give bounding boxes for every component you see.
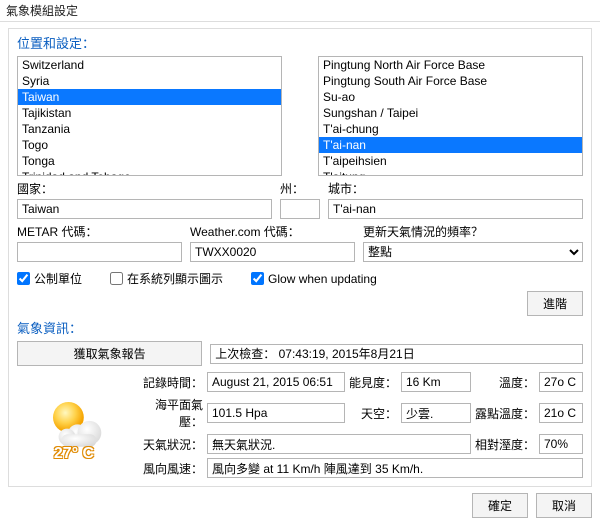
metric-checkbox-wrap[interactable]: 公制單位 xyxy=(17,270,82,287)
sky-field: 少雲. xyxy=(401,403,471,423)
temp-field: 27o C xyxy=(539,372,583,392)
humidity-label: 相對溼度： xyxy=(475,436,535,453)
city-list-item[interactable]: T'aipeihsien xyxy=(319,153,582,169)
window-title: 氣象模組設定 xyxy=(6,2,78,19)
wcom-input[interactable] xyxy=(190,242,355,262)
pressure-field: 101.5 Hpa xyxy=(207,403,345,423)
metar-input[interactable] xyxy=(17,242,182,262)
metar-label: METAR 代碼： xyxy=(17,223,182,240)
get-report-button[interactable]: 獲取氣象報告 xyxy=(17,341,202,366)
wind-field: 風向多變 at 11 Km/h 陣風達到 35 Km/h. xyxy=(207,458,583,478)
glow-checkbox-wrap[interactable]: Glow when updating xyxy=(251,272,377,286)
conditions-label: 天氣狀況： xyxy=(139,436,203,453)
record-time-field: August 21, 2015 06:51 xyxy=(207,372,345,392)
pressure-label: 海平面氣壓： xyxy=(139,396,203,430)
country-list-item[interactable]: Syria xyxy=(18,73,281,89)
freq-label: 更新天氣情況的頻率？ xyxy=(363,223,583,240)
glow-checkbox[interactable] xyxy=(251,272,264,285)
city-list-item[interactable]: Pingtung North Air Force Base xyxy=(319,57,582,73)
country-input[interactable] xyxy=(17,199,272,219)
ok-button[interactable]: 確定 xyxy=(472,493,528,518)
dewpoint-label: 露點溫度： xyxy=(475,405,535,422)
country-list-item[interactable]: Tonga xyxy=(18,153,281,169)
country-list-item[interactable]: Togo xyxy=(18,137,281,153)
state-label: 州： xyxy=(280,180,320,197)
city-list-item[interactable]: T'aitung xyxy=(319,169,582,176)
cancel-button[interactable]: 取消 xyxy=(536,493,592,518)
country-list-item[interactable]: Tajikistan xyxy=(18,105,281,121)
weather-heading: 氣象資訊： xyxy=(17,318,583,337)
city-list-item[interactable]: Sungshan / Taipei xyxy=(319,105,582,121)
main-panel: 位置和設定： SwitzerlandSyriaTaiwanTajikistanT… xyxy=(8,28,592,487)
tray-checkbox-label: 在系統列顯示圖示 xyxy=(127,270,223,287)
city-label: 城市： xyxy=(328,180,583,197)
country-list-item[interactable]: Switzerland xyxy=(18,57,281,73)
metric-checkbox[interactable] xyxy=(17,272,30,285)
dewpoint-field: 21o C xyxy=(539,403,583,423)
city-list-item[interactable]: T'ai-chung xyxy=(319,121,582,137)
window-titlebar: 氣象模組設定 xyxy=(0,0,600,22)
metric-checkbox-label: 公制單位 xyxy=(34,270,82,287)
conditions-field: 無天氣狀況. xyxy=(207,434,471,454)
city-list-item[interactable]: Su-ao xyxy=(319,89,582,105)
city-listbox[interactable]: Pingtung North Air Force BasePingtung So… xyxy=(318,56,583,176)
country-listbox[interactable]: SwitzerlandSyriaTaiwanTajikistanTanzania… xyxy=(17,56,282,176)
visibility-field: 16 Km xyxy=(401,372,471,392)
weather-icon-temp: 27° C xyxy=(54,445,94,463)
country-list-item[interactable]: Tanzania xyxy=(18,121,281,137)
wind-label: 風向風速： xyxy=(139,460,203,477)
sky-label: 天空： xyxy=(349,405,397,422)
country-label: 國家： xyxy=(17,180,272,197)
state-input[interactable] xyxy=(280,199,320,219)
city-input[interactable] xyxy=(328,199,583,219)
city-list-item[interactable]: Pingtung South Air Force Base xyxy=(319,73,582,89)
tray-checkbox-wrap[interactable]: 在系統列顯示圖示 xyxy=(110,270,223,287)
record-time-label: 記錄時間： xyxy=(139,374,203,391)
advanced-button[interactable]: 進階 xyxy=(527,291,583,316)
country-list-item[interactable]: Taiwan xyxy=(18,89,281,105)
freq-select[interactable]: 整點 xyxy=(363,242,583,262)
last-check-field: 上次檢查： 07:43:19, 2015年8月21日 xyxy=(210,344,583,364)
location-heading: 位置和設定： xyxy=(17,33,583,52)
visibility-label: 能見度： xyxy=(349,374,397,391)
humidity-field: 70% xyxy=(539,434,583,454)
country-list-item[interactable]: Trinidad and Tobago xyxy=(18,169,281,176)
last-check-prefix: 上次檢查： xyxy=(215,345,275,362)
last-check-value: 07:43:19, 2015年8月21日 xyxy=(279,345,415,362)
glow-checkbox-label: Glow when updating xyxy=(268,272,377,286)
wcom-label: Weather.com 代碼： xyxy=(190,223,355,240)
city-list-item[interactable]: T'ai-nan xyxy=(319,137,582,153)
tray-checkbox[interactable] xyxy=(110,272,123,285)
temp-label: 溫度： xyxy=(475,374,535,391)
